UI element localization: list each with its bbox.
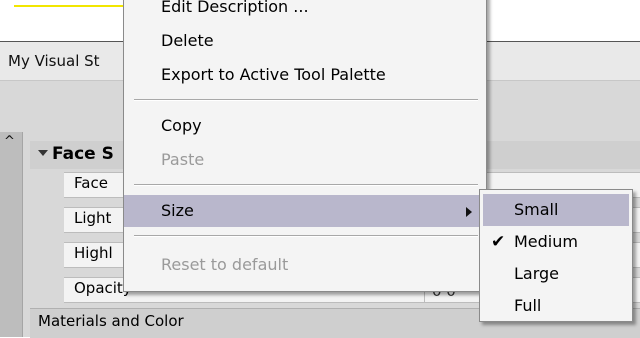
size-option-label: Medium [514,232,578,251]
property-label: Face [74,174,108,192]
checkmark-icon: ✔ [491,232,506,252]
size-option-label: Full [514,296,542,315]
size-option-large[interactable]: Large [483,258,629,290]
menu-item-label: Delete [161,31,214,50]
size-option-medium[interactable]: ✔ Medium [483,226,629,258]
size-submenu: Small ✔ Medium Large Full [479,189,633,322]
menu-item-label: Export to Active Tool Palette [161,65,386,84]
size-option-label: Small [514,200,559,219]
menu-item-label: Size [161,201,194,220]
caret-up-icon[interactable]: ^ [4,134,15,149]
menu-item-label: Reset to default [161,255,289,274]
size-option-full[interactable]: Full [483,290,629,322]
context-menu: Edit Description ... Delete Export to Ac… [123,0,487,292]
menu-item-delete[interactable]: Delete [124,25,486,57]
accent-line [14,5,134,7]
menu-item-size[interactable]: Size [124,195,486,227]
menu-separator [134,99,478,101]
menu-item-paste[interactable]: Paste [124,144,486,176]
size-option-label: Large [514,264,560,283]
menu-separator [134,184,478,186]
menu-item-export-tool-palette[interactable]: Export to Active Tool Palette [124,59,486,91]
menu-item-edit-description[interactable]: Edit Description ... [124,0,486,23]
panel-collapse-strip[interactable] [0,132,23,337]
face-settings-title: Face S [52,144,114,164]
size-option-small[interactable]: Small [483,194,629,226]
menu-item-label: Edit Description ... [161,0,309,16]
submenu-arrow-icon [466,207,472,217]
menu-separator [134,235,478,237]
menu-item-label: Paste [161,150,205,169]
chevron-down-icon[interactable] [38,150,48,156]
materials-section-label: Materials and Color [38,312,184,330]
menu-item-reset-default[interactable]: Reset to default [124,249,486,281]
property-label: Light [74,209,112,227]
visual-style-tab[interactable]: My Visual St [8,52,100,70]
menu-item-label: Copy [161,116,202,135]
menu-item-copy[interactable]: Copy [124,110,486,142]
property-label: Highl [74,244,113,262]
